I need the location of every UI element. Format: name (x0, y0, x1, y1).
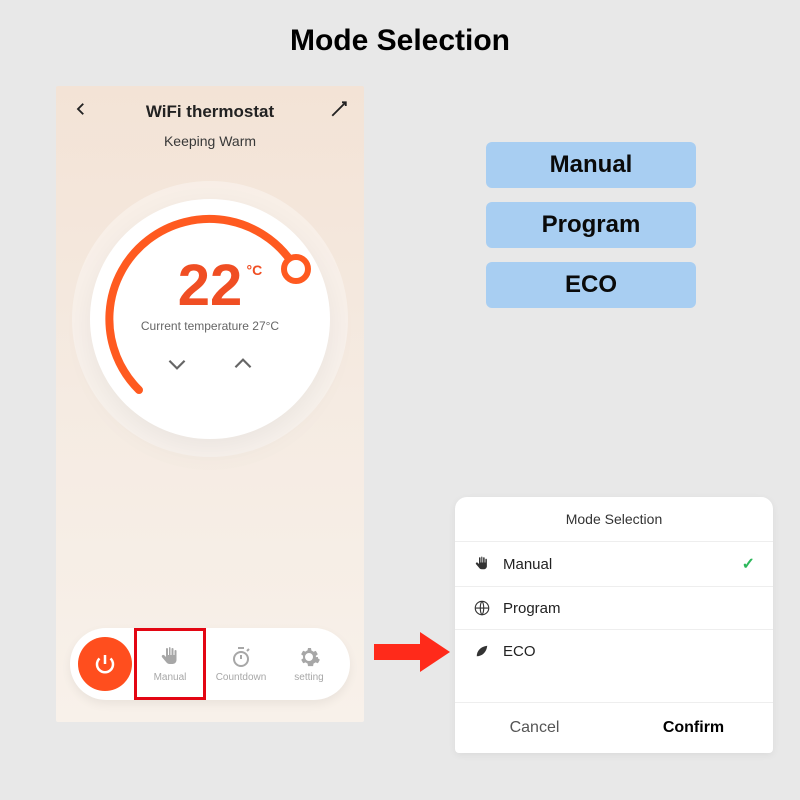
mode-setting-button[interactable]: setting (276, 628, 342, 700)
page-title: Mode Selection (0, 0, 800, 58)
mode-setting-label: setting (294, 672, 323, 683)
arrow-right-icon (372, 630, 452, 674)
temp-down-icon[interactable] (164, 351, 190, 382)
mode-manual-button[interactable]: Manual (134, 628, 206, 700)
set-temperature-value: 22 °C (178, 257, 243, 315)
mode-options-callout: Manual Program ECO (486, 142, 696, 308)
device-header: WiFi thermostat (56, 86, 364, 129)
device-title: WiFi thermostat (146, 102, 274, 122)
sheet-option-manual-label: Manual (503, 556, 730, 573)
confirm-button[interactable]: Confirm (614, 703, 773, 753)
back-icon[interactable] (72, 100, 90, 123)
current-temperature-label: Current temperature 27°C (141, 319, 279, 333)
mode-countdown-button[interactable]: Countdown (208, 628, 274, 700)
sheet-footer: Cancel Confirm (455, 702, 773, 753)
mode-manual-label: Manual (154, 672, 187, 683)
sheet-option-manual[interactable]: Manual ✓ (455, 541, 773, 586)
sheet-option-eco[interactable]: ECO (455, 629, 773, 672)
leaf-icon (473, 642, 491, 660)
edit-icon[interactable] (330, 100, 348, 123)
sheet-option-program[interactable]: Program (455, 586, 773, 629)
hand-icon (473, 555, 491, 573)
globe-icon (473, 599, 491, 617)
temperature-unit: °C (247, 263, 263, 277)
mode-selection-sheet: Mode Selection Manual ✓ Program ECO Canc… (455, 497, 773, 753)
device-bottom-bar: Manual Countdown setting (70, 628, 350, 700)
temp-up-icon[interactable] (230, 351, 256, 382)
hand-icon (158, 645, 182, 669)
pill-manual: Manual (486, 142, 696, 188)
cancel-button[interactable]: Cancel (455, 703, 614, 753)
check-icon: ✓ (742, 554, 755, 574)
device-status: Keeping Warm (56, 133, 364, 149)
gear-icon (297, 645, 321, 669)
thermostat-device-screen: WiFi thermostat Keeping Warm 22 °C Curre… (56, 86, 364, 722)
sheet-option-program-label: Program (503, 600, 755, 617)
power-button[interactable] (78, 637, 132, 691)
temperature-dial[interactable]: 22 °C Current temperature 27°C (90, 199, 330, 439)
sheet-title: Mode Selection (455, 497, 773, 541)
pill-eco: ECO (486, 262, 696, 308)
power-icon (93, 652, 117, 676)
mode-countdown-label: Countdown (216, 672, 267, 683)
pill-program: Program (486, 202, 696, 248)
stopwatch-icon (229, 645, 253, 669)
sheet-option-eco-label: ECO (503, 643, 755, 660)
dial-center: 22 °C Current temperature 27°C (90, 199, 330, 439)
